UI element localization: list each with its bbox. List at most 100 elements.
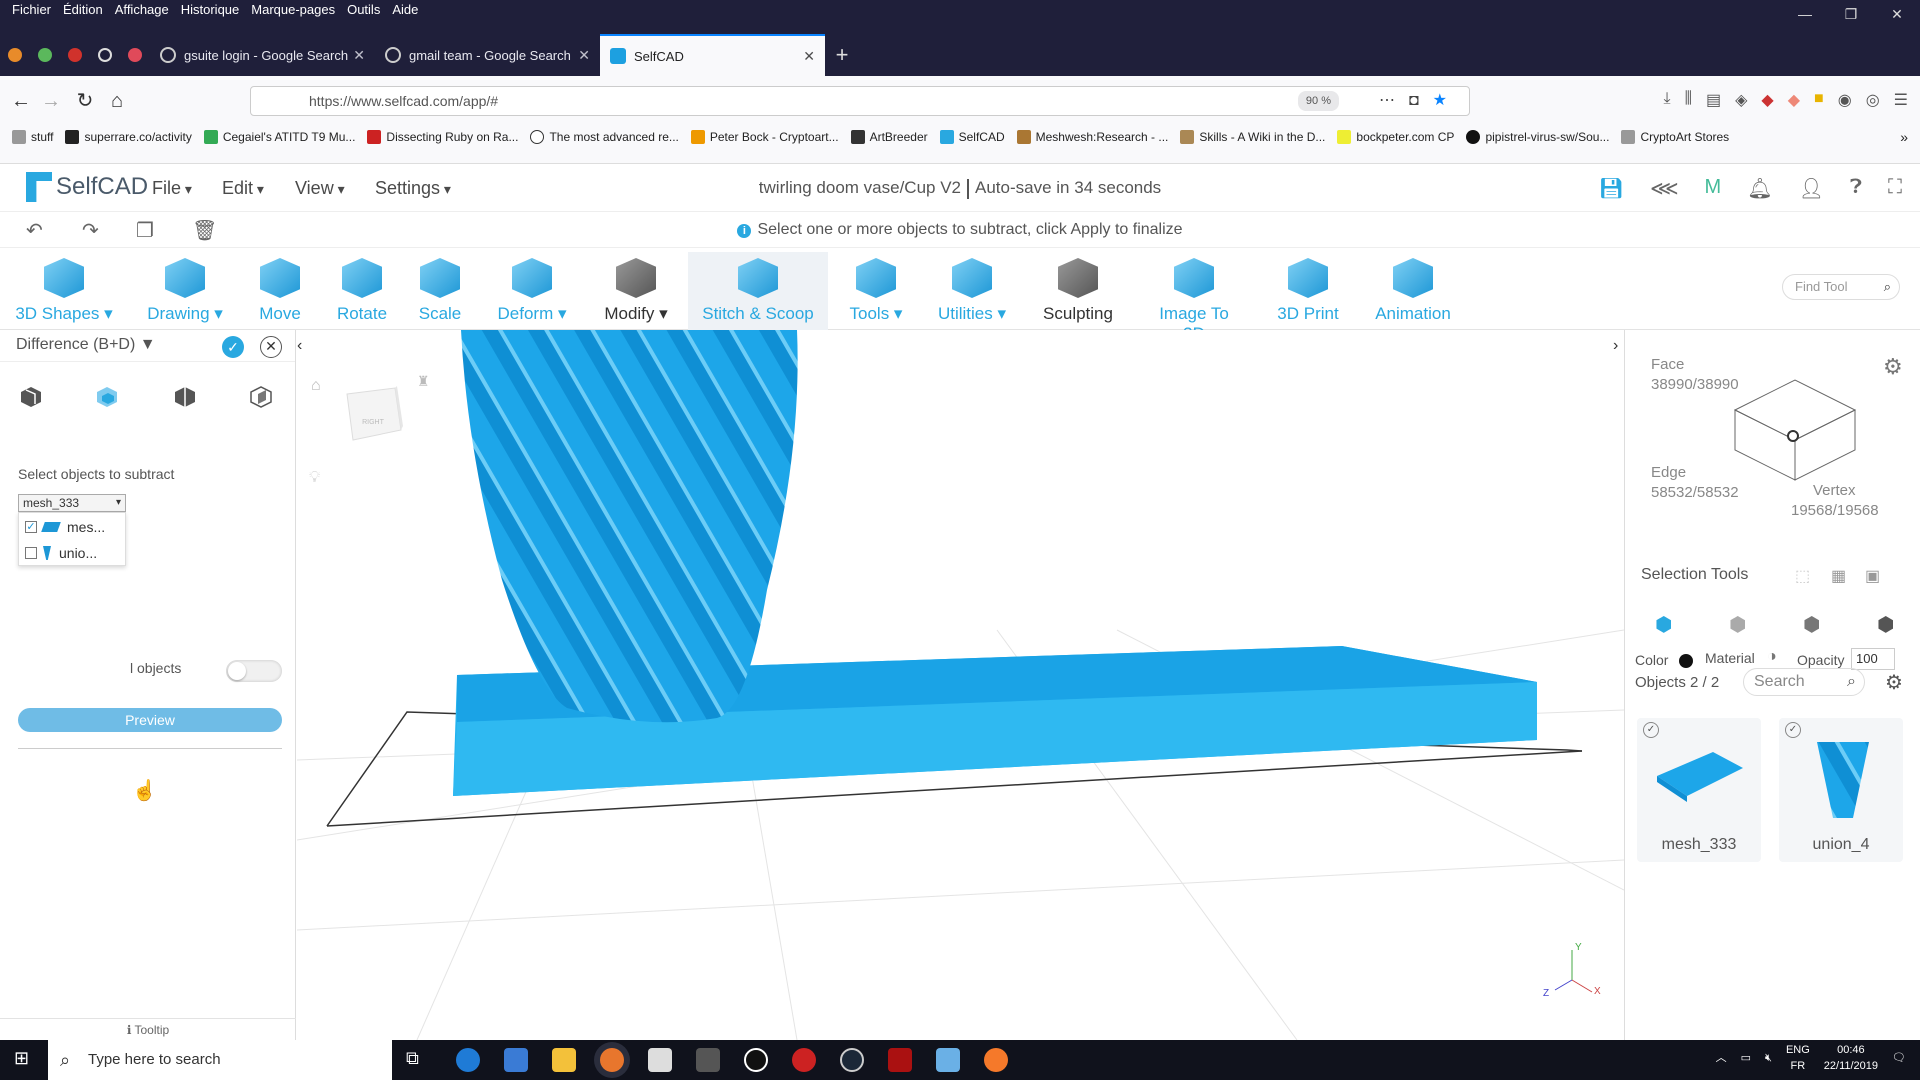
preview-button[interactable]: Preview [18,708,282,732]
opacity-input[interactable]: 100 [1851,648,1895,670]
restore-icon[interactable]: ❐ [1828,0,1874,30]
taskbar-search[interactable]: Type here to search [48,1040,392,1080]
bookmark[interactable]: superrare.co/activity [65,130,192,144]
bookmark[interactable]: Skills - A Wiki in the D... [1180,130,1325,144]
tool-rotate[interactable]: Rotate [332,252,392,330]
blender-icon[interactable] [984,1048,1008,1072]
sidebar-icon[interactable]: ▤ [1706,90,1721,110]
app-icon[interactable] [744,1048,768,1072]
help-icon[interactable]: ❓︎ [1850,176,1862,201]
tab-gsuite-login[interactable]: gsuite login - Google Search ✕ [150,34,375,76]
menu-bookmarks[interactable]: Marque-pages [245,0,341,20]
reload-icon[interactable]: ↻ [72,88,98,114]
pinned-tab-1[interactable] [0,34,30,76]
pinned-tab-4[interactable] [90,34,120,76]
objects-search-input[interactable]: Search ⌕ [1743,668,1865,696]
select-point-icon[interactable]: ⬚ [1795,566,1810,586]
search-icon[interactable]: ⌕ [1847,669,1856,695]
extension-icon[interactable]: ◆ [1788,90,1800,110]
doc-name[interactable]: twirling doom vase/Cup V2 [759,178,961,197]
tool-animation[interactable]: Animation [1372,252,1454,330]
extension-icon[interactable]: ◈ [1735,90,1747,110]
extension-icon[interactable]: ◆ [1761,90,1773,110]
gear-icon[interactable]: ⚙ [1883,354,1903,380]
visibility-check-icon[interactable]: ✓ [1643,722,1659,738]
store-icon[interactable] [504,1048,528,1072]
language-indicator[interactable]: ENG FR [1786,1042,1810,1074]
home-icon[interactable]: ⌂ [104,88,130,114]
tool-drawing[interactable]: Drawing ▾ [142,252,228,330]
bookmark[interactable]: Meshwesh:Research - ... [1016,130,1168,144]
dropdown-item-mesh[interactable]: ✓ mes... [25,515,105,539]
bookmark[interactable]: The most advanced re... [530,130,679,144]
back-icon[interactable]: ← [8,88,34,114]
notifications-icon[interactable]: 🗨︎ [1892,1050,1906,1066]
apply-check-icon[interactable]: ✓ [222,336,244,358]
color-swatch[interactable] [1679,654,1693,668]
light-icon[interactable]: 💡︎ [309,469,320,486]
tool-utilities[interactable]: Utilities ▾ [936,252,1008,330]
windows-start-icon[interactable]: ⊞ [14,1048,29,1069]
bookmark[interactable]: SelfCAD [939,130,1005,144]
zoom-badge[interactable]: 90 % [1297,91,1339,111]
bell-icon[interactable]: 🔔︎ [1747,176,1772,201]
menu-edit[interactable]: Édition [57,0,109,20]
vase-union[interactable] [461,330,798,723]
edge-icon[interactable] [456,1048,480,1072]
edge-mode-icon[interactable]: ⬢ [1803,612,1820,637]
file-explorer-icon[interactable] [552,1048,576,1072]
app-icon[interactable] [696,1048,720,1072]
perspective-icon[interactable]: ♜ [417,373,430,389]
tool-sculpting[interactable]: Sculpting [1042,252,1114,330]
bookmark[interactable]: Peter Bock - Cryptoart... [690,130,839,144]
3d-viewport[interactable]: RIGHT ⌂ ♜ 💡︎ ‹ › Y X Z [297,330,1624,1040]
checkbox-checked[interactable]: ✓ [25,521,37,533]
split-op-icon[interactable] [248,384,274,410]
vertex-mode-icon[interactable]: ⬢ [1877,612,1894,637]
url-bar[interactable]: https://www.selfcad.com/app/# 90 % ⋯◘★ [250,86,1470,116]
difference-op-icon[interactable] [94,384,120,410]
all-objects-toggle[interactable] [226,660,282,682]
view-cube[interactable]: RIGHT [346,386,403,441]
tool-3d-print[interactable]: 3D Print [1276,252,1340,330]
collapse-right-icon[interactable]: › [1613,337,1618,354]
library-icon[interactable]: ⫼ [1685,90,1692,110]
object-select[interactable]: mesh_333 [18,494,126,512]
bookmark[interactable]: pipistrel-virus-sw/Sou... [1466,130,1609,144]
tool-3d-shapes[interactable]: 3D Shapes ▾ [14,252,114,330]
bookmark[interactable]: ArtBreeder [850,130,928,144]
bookmark[interactable]: Dissecting Ruby on Ra... [367,130,518,144]
battery-icon[interactable]: ▭ [1741,1050,1751,1066]
object-card-union-4[interactable]: ✓ union_4 [1779,718,1903,862]
find-tool-input[interactable]: Find Tool ⌕ [1782,274,1900,300]
share-icon[interactable]: ⋘ [1650,176,1678,201]
select-object-icon[interactable]: ▦ [1831,566,1846,586]
dropdown-item-union[interactable]: unio... [25,541,97,565]
face-mode-icon[interactable]: ⬢ [1729,612,1746,637]
tool-move[interactable]: Move [250,252,310,330]
new-tab-button[interactable]: + [825,34,859,76]
extension-icon[interactable]: ◎ [1866,90,1880,110]
more-icon[interactable]: ⋯ [1379,92,1409,109]
scene-canvas[interactable]: RIGHT ⌂ ♜ 💡︎ ‹ › Y X Z [297,330,1624,1040]
save-icon[interactable]: 💾︎ [1599,176,1624,201]
pinned-tab-5[interactable] [120,34,150,76]
tool-deform[interactable]: Deform ▾ [490,252,574,330]
tooltip-bar[interactable]: ℹ Tooltip [0,1018,296,1040]
object-mode-icon[interactable]: ⬢ [1655,612,1672,637]
menu-tools[interactable]: Outils [341,0,386,20]
task-view-icon[interactable]: ⧉ [406,1048,419,1069]
user-icon[interactable]: 👤︎ [1799,176,1824,201]
bookmark[interactable]: CryptoArt Stores [1621,130,1729,144]
tool-image-to-3d[interactable]: Image To 3D [1146,252,1242,343]
bookmark[interactable]: bockpeter.com CP [1337,130,1454,144]
myminifactory-icon[interactable]: M [1705,176,1722,201]
visibility-check-icon[interactable]: ✓ [1785,722,1801,738]
tool-stitch-scoop[interactable]: Stitch & Scoop [688,252,828,330]
object-card-mesh-333[interactable]: ✓ mesh_333 [1637,718,1761,862]
tab-gmail-team[interactable]: gmail team - Google Search ✕ [375,34,600,76]
download-icon[interactable]: ⤓ [1664,90,1671,110]
account-icon[interactable]: ◉ [1838,90,1852,110]
close-window-icon[interactable]: ✕ [1874,0,1920,30]
bookmarks-overflow-icon[interactable]: » [1900,129,1908,145]
